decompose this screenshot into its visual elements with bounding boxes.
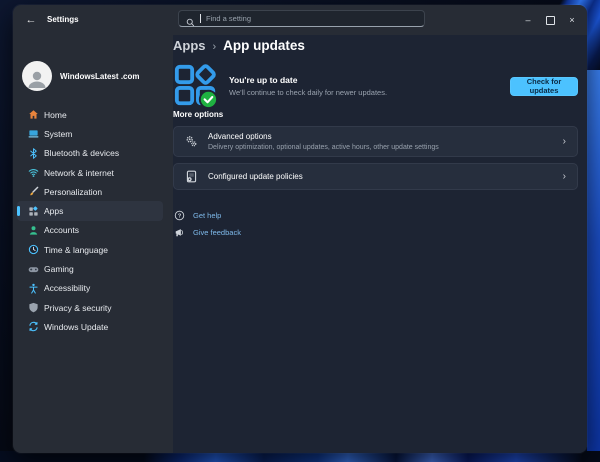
- maximize-icon: [546, 16, 555, 25]
- titlebar[interactable]: ← Settings – ×: [13, 5, 587, 35]
- get-help-link[interactable]: ? Get help: [174, 207, 241, 224]
- update-status-subtitle: We'll continue to check daily for newer …: [229, 88, 387, 97]
- sidebar-item-label: Windows Update: [44, 322, 108, 332]
- sidebar-item-bluetooth-devices[interactable]: Bluetooth & devices: [17, 144, 163, 163]
- give-feedback-label: Give feedback: [193, 228, 241, 237]
- sidebar-item-system[interactable]: System: [17, 124, 163, 143]
- sidebar-item-label: Home: [44, 110, 67, 120]
- page-title: App updates: [223, 38, 305, 53]
- sidebar-item-accounts[interactable]: Accounts: [17, 221, 163, 240]
- more-options-heading: More options: [173, 110, 223, 119]
- back-button[interactable]: ←: [23, 12, 39, 28]
- svg-text:?: ?: [178, 214, 182, 220]
- sidebar-item-label: Time & language: [44, 245, 108, 255]
- profile-name: WindowsLatest .com: [60, 72, 140, 81]
- sidebar-item-label: Privacy & security: [44, 303, 112, 313]
- sidebar: WindowsLatest .com Home System Bluetooth &…: [13, 35, 173, 453]
- app-updates-check-icon: [173, 63, 219, 109]
- apps-icon: [28, 206, 39, 217]
- avatar: [22, 61, 52, 91]
- sidebar-item-label: Network & internet: [44, 168, 114, 178]
- search-icon: [186, 14, 195, 23]
- sidebar-item-privacy-security[interactable]: Privacy & security: [17, 298, 163, 317]
- time-language-icon: [28, 244, 39, 255]
- feedback-icon: [174, 227, 185, 238]
- window-controls: – ×: [517, 5, 583, 35]
- sidebar-item-accessibility[interactable]: Accessibility: [17, 279, 163, 298]
- sidebar-item-label: Accounts: [44, 225, 79, 235]
- bluetooth-icon: [28, 148, 39, 159]
- privacy-icon: [28, 302, 39, 313]
- close-icon: ×: [569, 15, 574, 25]
- breadcrumb-separator-icon: ›: [213, 41, 217, 53]
- sidebar-item-personalization[interactable]: Personalization: [17, 182, 163, 201]
- sidebar-nav: Home System Bluetooth & devices Network & i…: [17, 105, 163, 337]
- minimize-button[interactable]: –: [517, 5, 539, 35]
- search-input[interactable]: [206, 14, 417, 23]
- sidebar-item-label: Bluetooth & devices: [44, 148, 119, 158]
- footer-links: ? Get help Give feedback: [174, 207, 241, 241]
- configured-update-policies-title: Configured update policies: [208, 172, 303, 181]
- sidebar-item-label: Apps: [44, 206, 63, 216]
- update-status-hero: You're up to date We'll continue to chec…: [173, 62, 578, 110]
- network-icon: [28, 167, 39, 178]
- sidebar-item-windows-update[interactable]: Windows Update: [17, 317, 163, 336]
- sidebar-item-label: Accessibility: [44, 283, 90, 293]
- policy-icon: [185, 170, 198, 183]
- windows-update-icon: [28, 321, 39, 332]
- profile-section[interactable]: WindowsLatest .com: [22, 61, 140, 91]
- sidebar-item-time-language[interactable]: Time & language: [17, 240, 163, 259]
- accounts-icon: [28, 225, 39, 236]
- advanced-options-title: Advanced options: [208, 132, 439, 141]
- home-icon: [28, 109, 39, 120]
- breadcrumb: Apps › App updates: [173, 38, 305, 53]
- check-for-updates-button[interactable]: Check for updates: [510, 77, 578, 96]
- sidebar-item-gaming[interactable]: Gaming: [17, 259, 163, 278]
- back-arrow-icon: ←: [26, 14, 37, 26]
- sidebar-item-network-internet[interactable]: Network & internet: [17, 163, 163, 182]
- personalization-icon: [28, 186, 39, 197]
- gaming-icon: [28, 264, 39, 275]
- system-icon: [28, 128, 39, 139]
- sidebar-item-apps[interactable]: Apps: [17, 201, 163, 220]
- settings-window: ← Settings – ×: [13, 5, 587, 453]
- sidebar-item-label: Personalization: [44, 187, 102, 197]
- advanced-options-subtitle: Delivery optimization, optional updates,…: [208, 144, 439, 151]
- wallpaper-ribbon-right: [587, 70, 600, 454]
- content-pane: Apps › App updates: [173, 35, 587, 453]
- configured-update-policies-card[interactable]: Configured update policies ›: [173, 163, 578, 190]
- gears-icon: [185, 135, 198, 148]
- sidebar-item-label: Gaming: [44, 264, 74, 274]
- advanced-options-card[interactable]: Advanced options Delivery optimization, …: [173, 126, 578, 157]
- text-cursor: [200, 14, 201, 23]
- search-box[interactable]: [178, 10, 425, 27]
- get-help-label: Get help: [193, 211, 221, 220]
- sidebar-item-home[interactable]: Home: [17, 105, 163, 124]
- close-button[interactable]: ×: [561, 5, 583, 35]
- give-feedback-link[interactable]: Give feedback: [174, 224, 241, 241]
- minimize-icon: –: [525, 15, 530, 25]
- chevron-right-icon: ›: [563, 172, 566, 182]
- accessibility-icon: [28, 283, 39, 294]
- update-status-title: You're up to date: [229, 75, 387, 85]
- help-icon: ?: [174, 210, 185, 221]
- sidebar-item-label: System: [44, 129, 72, 139]
- app-title: Settings: [47, 15, 79, 24]
- chevron-right-icon: ›: [563, 137, 566, 147]
- breadcrumb-apps[interactable]: Apps: [173, 38, 206, 53]
- maximize-button[interactable]: [539, 5, 561, 35]
